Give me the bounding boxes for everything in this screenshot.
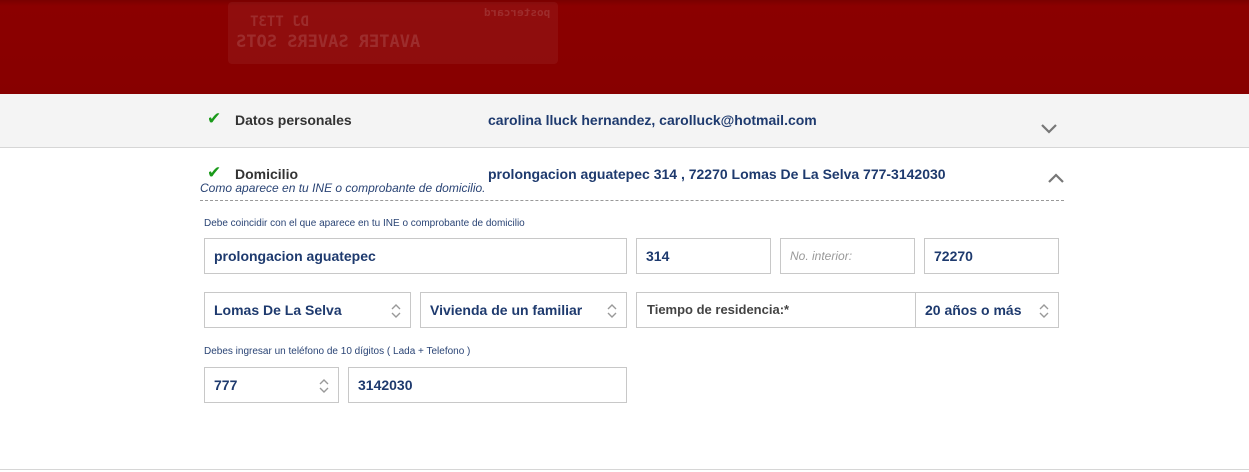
section-title: Datos personales [235,112,352,128]
section-title: Domicilio [235,166,299,182]
check-icon: ✔ [207,163,222,183]
section-summary: carolina lluck hernandez, carolluck@hotm… [488,112,817,128]
residence-value: 20 años o más [925,302,1022,318]
card-image: postercard DJ TT3T AVATER SAVERS SOTS [228,2,558,64]
check-icon: ✔ [207,109,222,129]
select-arrows-icon [319,379,329,393]
header-banner: postercard DJ TT3T AVATER SAVERS SOTS [0,0,1249,94]
divider [200,200,1064,201]
card-text-bottom: AVATER SAVERS SOTS [236,32,421,52]
phone-hint: Debes ingresar un teléfono de 10 dígitos… [204,346,471,357]
section-summary: prolongacion aguatepec 314 , 72270 Lomas… [488,166,946,182]
lada-select[interactable]: 777 [204,367,339,403]
ext-number-input[interactable]: 314 [636,238,771,274]
phone-input[interactable]: 3142030 [348,367,627,403]
housing-type-value: Vivienda de un familiar [430,302,583,318]
residence-label-box: Tiempo de residencia:* [636,292,916,328]
chevron-up-icon[interactable] [1048,173,1064,183]
colonia-value: Lomas De La Selva [214,302,342,318]
street-input[interactable]: prolongacion aguatepec [204,238,627,274]
section-domicilio: ✔ Domicilio prolongacion aguatepec 314 ,… [0,148,1249,470]
card-text-mid: DJ TT3T [250,14,310,30]
select-arrows-icon [391,304,401,318]
section-datos-personales[interactable]: ✔ Datos personales carolina lluck hernan… [0,94,1249,148]
int-number-input[interactable]: No. interior: [780,238,915,274]
chevron-down-icon[interactable] [1041,124,1057,134]
residence-select[interactable]: 20 años o más [915,292,1059,328]
colonia-select[interactable]: Lomas De La Selva [204,292,411,328]
select-arrows-icon [607,304,617,318]
int-number-placeholder: No. interior: [790,249,853,263]
zip-input[interactable]: 72270 [924,238,1059,274]
address-subnote: Como aparece en tu INE o comprobante de … [200,181,486,195]
ext-number-value: 314 [646,248,670,264]
residence-label: Tiempo de residencia:* [647,302,790,317]
housing-type-select[interactable]: Vivienda de un familiar [420,292,627,328]
street-value: prolongacion aguatepec [214,248,376,264]
phone-value: 3142030 [358,377,413,393]
zip-value: 72270 [934,248,973,264]
lada-value: 777 [214,377,238,393]
select-arrows-icon [1039,304,1049,318]
address-hint: Debe coincidir con el que aparece en tu … [204,218,525,229]
card-text-top: postercard [484,6,551,19]
